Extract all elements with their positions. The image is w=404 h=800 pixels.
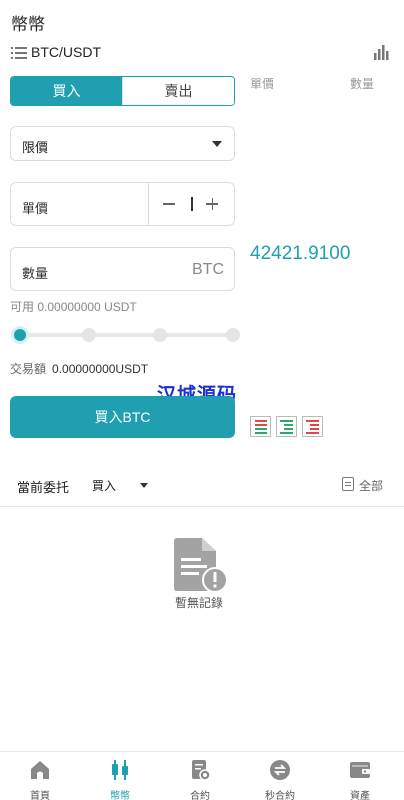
buy-button[interactable]: 買入BTC [10, 396, 235, 438]
turnover: 交易額 0.00000000USDT [10, 360, 148, 377]
tab-contract[interactable]: 合約 [170, 752, 230, 800]
all-orders-link[interactable]: 全部 [359, 477, 383, 494]
tab-sell[interactable]: 賣出 [122, 77, 234, 105]
available-balance: 可用 0.00000000 USDT [10, 300, 137, 314]
last-price: 42421.9100 [250, 243, 351, 264]
home-icon [31, 761, 49, 779]
current-orders-title: 當前委托 [17, 480, 70, 495]
amount-input[interactable]: 數量 BTC [10, 247, 235, 291]
slider-stop-3[interactable] [226, 328, 240, 342]
plus-icon-vertical[interactable] [211, 197, 213, 210]
divider [0, 506, 404, 507]
current-orders-header: 當前委托 買入 全部 [0, 474, 404, 498]
price-stepper [148, 183, 234, 225]
bar-chart-icon[interactable] [373, 44, 389, 60]
caret-down-icon [212, 141, 222, 147]
order-type-select[interactable]: 限價 [10, 126, 235, 161]
tab-spot-label: 幣幣 [110, 791, 130, 800]
turnover-label: 交易額 [10, 362, 47, 376]
orderbook-price-header: 單價 [250, 77, 275, 91]
tab-home[interactable]: 首頁 [10, 752, 70, 800]
amount-unit: BTC [192, 261, 224, 278]
exchange-icon [270, 760, 290, 780]
contract-icon [192, 760, 211, 781]
tab-home-label: 首頁 [30, 791, 50, 800]
tab-contract-label: 合約 [190, 791, 210, 800]
order-side-select[interactable]: 買入 [92, 477, 116, 494]
pair-selector[interactable]: BTC/USDT [11, 44, 393, 62]
slider-stop-2[interactable] [153, 328, 167, 342]
list-icon[interactable] [11, 47, 27, 59]
slider-track[interactable] [17, 333, 235, 337]
wallet-icon [350, 762, 370, 778]
candlestick-icon [112, 760, 128, 780]
pair-name[interactable]: BTC/USDT [31, 44, 101, 60]
trade-side-tabs: 買入 賣出 [10, 76, 235, 106]
document-icon[interactable] [342, 477, 354, 491]
bottom-tab-bar: 首頁 幣幣 合約 秒合約 資產 [0, 751, 404, 800]
price-input-label: 單價 [22, 201, 49, 216]
slider-stop-0[interactable] [11, 326, 29, 344]
amount-slider[interactable] [11, 326, 241, 344]
tab-buy[interactable]: 買入 [11, 77, 122, 105]
tab-assets[interactable]: 資產 [330, 752, 390, 800]
tab-assets-label: 資產 [350, 791, 370, 800]
slider-stop-1[interactable] [82, 328, 96, 342]
depth-both-button[interactable] [250, 416, 271, 437]
depth-buy-button[interactable] [276, 416, 297, 437]
orderbook-amount-header: 數量 [350, 77, 375, 91]
minus-icon[interactable] [163, 203, 175, 205]
order-type-value: 限價 [22, 140, 49, 155]
caret-down-icon[interactable] [140, 483, 148, 488]
turnover-value: 0.00000000USDT [52, 362, 149, 376]
tab-second-contract[interactable]: 秒合約 [250, 752, 310, 800]
page-title: 幣幣 [11, 15, 45, 34]
tab-second-contract-label: 秒合約 [265, 791, 295, 800]
price-input[interactable]: 單價 [10, 182, 235, 226]
depth-sell-button[interactable] [302, 416, 323, 437]
empty-state-text: 暫無記錄 [175, 596, 224, 610]
amount-input-label: 數量 [22, 266, 49, 281]
text-cursor [191, 197, 193, 211]
empty-document-icon [174, 538, 228, 593]
tab-spot[interactable]: 幣幣 [90, 752, 150, 800]
